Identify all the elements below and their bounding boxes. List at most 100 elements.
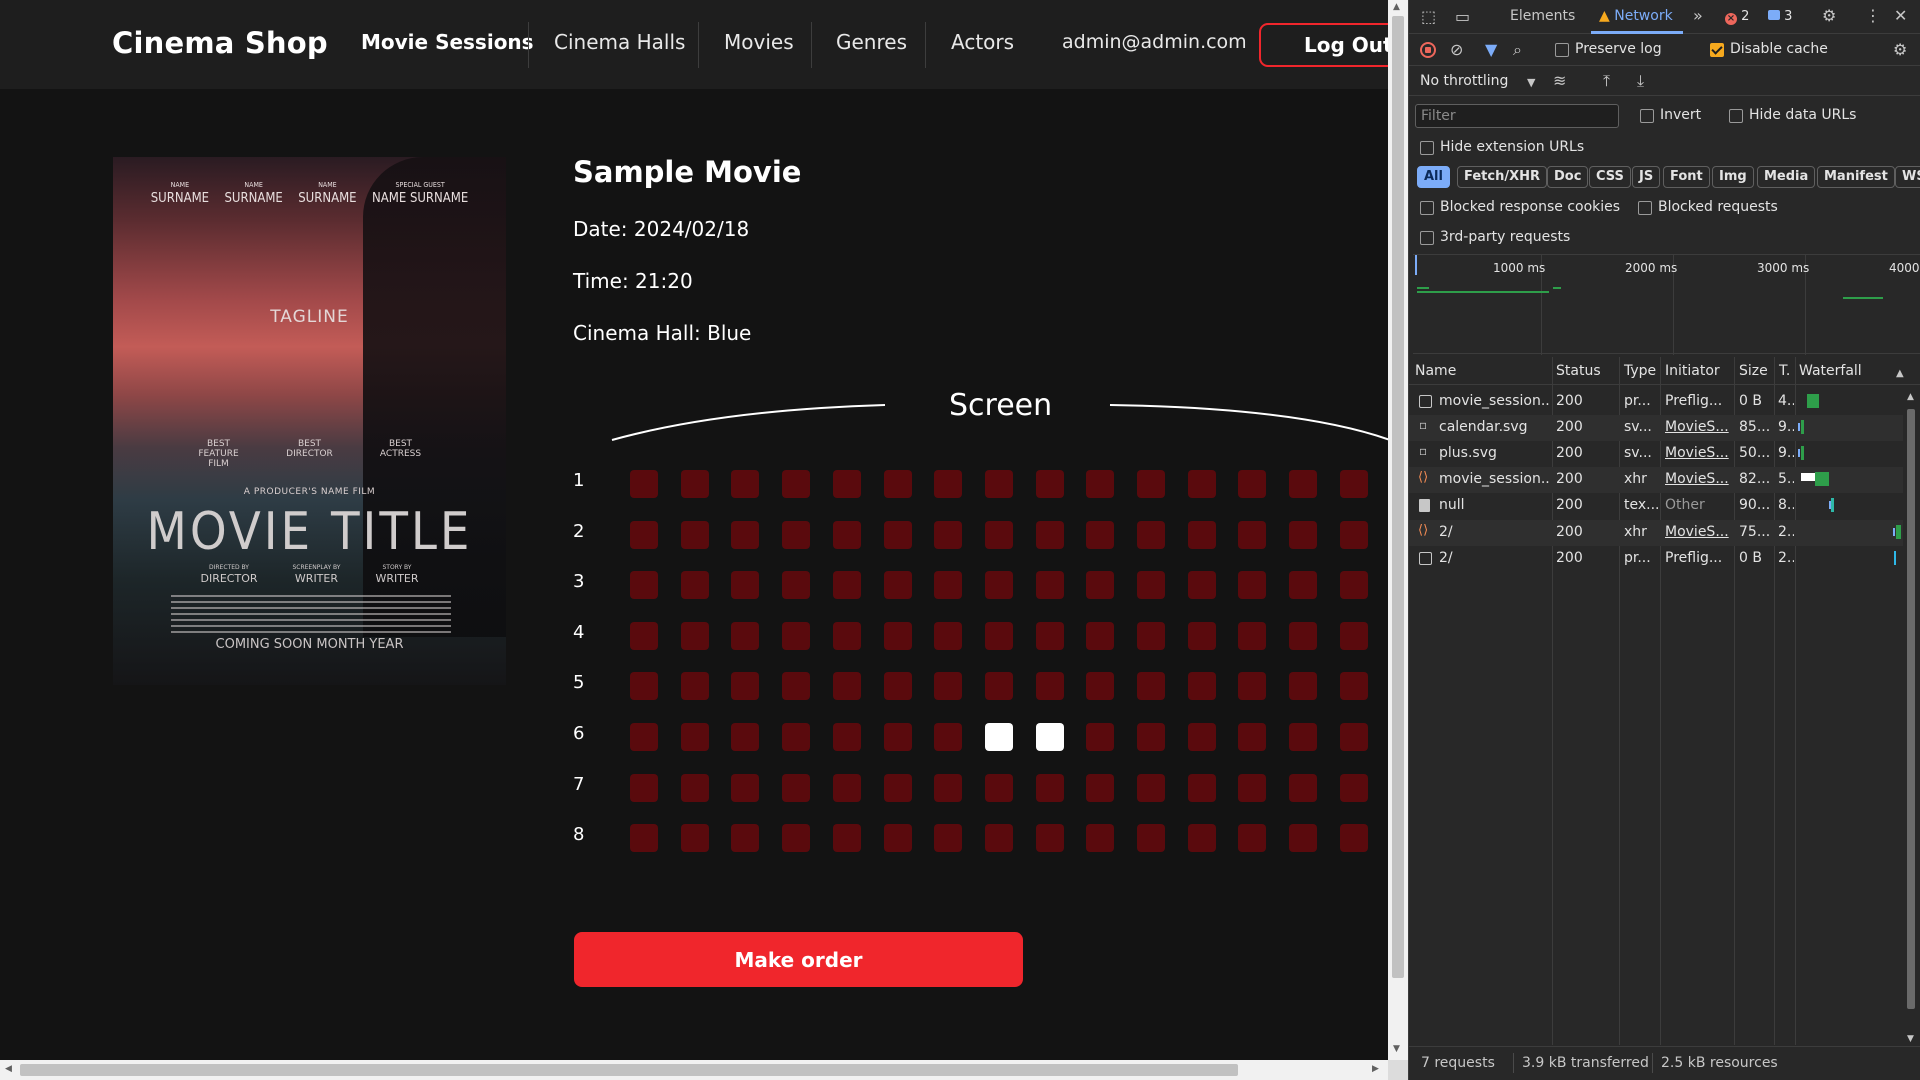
seat[interactable] [1035,824,1064,853]
seat[interactable] [1339,824,1368,853]
nav-movies[interactable]: Movies [724,30,794,54]
table-row[interactable]: movie_session... 200 pr... Preflig... 0 B 4.. [1409,389,1903,415]
seat[interactable] [1086,520,1115,549]
seat[interactable] [1339,470,1368,498]
invert-checkbox[interactable] [1640,109,1654,123]
seat[interactable] [1086,470,1115,498]
seat[interactable] [1289,773,1318,802]
seat[interactable] [731,571,760,600]
seat[interactable] [782,520,811,549]
seat[interactable] [832,723,861,751]
seat[interactable] [630,571,658,600]
type-filter-css[interactable]: CSS [1589,166,1631,188]
seat[interactable] [1137,571,1165,600]
scroll-up-icon[interactable]: ▲ [1907,389,1914,405]
seat[interactable] [731,672,760,701]
seat[interactable] [1339,571,1368,600]
seat[interactable] [1187,621,1216,650]
seat[interactable] [680,672,709,701]
seat[interactable] [832,470,861,498]
type-filter-ws[interactable]: WS [1895,166,1920,188]
network-conditions-icon[interactable]: ≋ [1553,73,1566,89]
tab-elements[interactable]: Elements [1510,8,1575,24]
search-icon[interactable]: ⌕ [1513,42,1522,58]
disable-cache-checkbox[interactable] [1710,43,1724,57]
seat[interactable] [731,723,760,751]
seat[interactable] [1086,571,1115,600]
clear-icon[interactable]: ⊘ [1450,42,1463,58]
table-row[interactable]: 2/200 pr... Preflig... 0 B 2.. [1409,546,1903,572]
column-size[interactable]: Size [1739,363,1768,379]
seat[interactable] [731,824,760,853]
column-initiator[interactable]: Initiator [1665,363,1720,379]
seat[interactable] [680,520,709,549]
scrollbar-thumb[interactable] [1907,409,1915,1009]
seat[interactable] [1238,723,1267,751]
type-filter-img[interactable]: Img [1712,166,1754,188]
seat[interactable] [782,773,811,802]
seat[interactable] [832,824,861,853]
seat[interactable] [731,773,760,802]
seat[interactable] [680,824,709,853]
seat[interactable] [630,470,658,498]
seat[interactable] [731,470,760,498]
hide-extension-urls-checkbox[interactable] [1420,141,1434,155]
error-badge[interactable]: × 2 [1725,9,1749,25]
seat[interactable] [1289,824,1318,853]
close-icon[interactable]: ✕ [1894,8,1907,24]
table-row[interactable]: ⟨⟩ 2/200 xhr MovieS... 75... 2.. [1409,519,1903,546]
table-row[interactable]: ⟨⟩ movie_session... 200 xhr MovieS... 82... 5.… [1409,467,1903,494]
seat[interactable] [782,621,811,650]
seat[interactable] [883,621,912,650]
seat[interactable] [1289,571,1318,600]
seat[interactable] [832,621,861,650]
seat[interactable] [1289,470,1318,498]
inspect-element-icon[interactable]: ⬚ [1421,9,1436,25]
scroll-up-icon[interactable]: ▲ [1393,2,1400,12]
sort-ascending-icon[interactable]: ▲ [1896,366,1904,382]
seat[interactable] [1035,672,1064,701]
table-row[interactable]: ▫ calendar.svg 200 sv... MovieS... 85... 9.. [1409,415,1903,442]
type-filter-manifest[interactable]: Manifest [1817,166,1895,188]
seat[interactable] [883,470,912,498]
type-filter-doc[interactable]: Doc [1547,166,1589,188]
seat[interactable] [984,824,1013,853]
seat[interactable] [1339,520,1368,549]
more-tabs-icon[interactable]: » [1693,8,1703,24]
seat[interactable] [1137,520,1165,549]
seat[interactable] [1289,672,1318,701]
seat[interactable] [1238,824,1267,853]
seat[interactable] [934,520,963,549]
seat[interactable] [984,672,1013,701]
blocked-response-cookies-checkbox[interactable] [1420,201,1434,215]
seat[interactable] [680,470,709,498]
hide-data-urls-checkbox[interactable] [1729,109,1743,123]
throttling-select[interactable]: No throttling [1420,73,1508,89]
seat-selected[interactable] [1035,723,1064,751]
seat[interactable] [1187,824,1216,853]
import-har-icon[interactable]: ⤒ [1603,73,1610,89]
seat[interactable] [883,520,912,549]
filter-input[interactable] [1415,104,1619,128]
seat[interactable] [1289,520,1318,549]
message-badge[interactable]: 3 [1768,9,1792,24]
tab-network[interactable]: ▲ Network [1599,8,1673,24]
seat[interactable] [1289,723,1318,751]
seat[interactable] [1086,672,1115,701]
seat[interactable] [1238,773,1267,802]
seat[interactable] [1035,470,1064,498]
nav-actors[interactable]: Actors [951,30,1014,54]
seat[interactable] [1238,621,1267,650]
seat[interactable] [883,571,912,600]
seat[interactable] [832,773,861,802]
nav-movie-sessions[interactable]: Movie Sessions [361,30,534,54]
seat[interactable] [1339,672,1368,701]
seat[interactable] [984,571,1013,600]
seat[interactable] [832,520,861,549]
seat[interactable] [934,621,963,650]
page-horizontal-scrollbar[interactable]: ◀ ▶ [0,1060,1388,1080]
column-type[interactable]: Type [1624,363,1656,379]
seat[interactable] [782,723,811,751]
seat[interactable] [1187,571,1216,600]
seat[interactable] [934,824,963,853]
